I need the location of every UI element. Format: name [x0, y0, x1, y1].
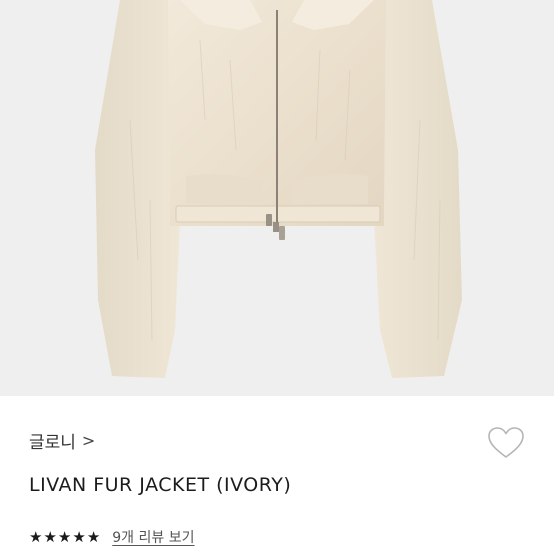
star-icon: ★ [57, 527, 72, 546]
view-reviews-link[interactable]: 9개 리뷰 보기 [112, 527, 194, 547]
product-info: 글로니 > LIVAN FUR JACKET (IVORY) ★ ★ ★ ★ ★… [0, 396, 554, 554]
fur-jacket-illustration [95, 0, 462, 378]
brand-name: 글로니 [29, 433, 76, 453]
rating-stars: ★ ★ ★ ★ ★ [29, 527, 101, 546]
rating-row: ★ ★ ★ ★ ★ 9개 리뷰 보기 [29, 527, 194, 547]
star-icon: ★ [43, 527, 57, 546]
star-icon: ★ [86, 527, 101, 546]
product-image[interactable] [0, 0, 554, 396]
product-title: LIVAN FUR JACKET (IVORY) [29, 474, 292, 496]
brand-link[interactable]: 글로니 > [29, 428, 95, 453]
wishlist-button[interactable] [487, 426, 525, 460]
star-icon: ★ [29, 527, 43, 546]
chevron-right-icon: > [81, 431, 96, 450]
heart-outline-icon [488, 427, 524, 458]
star-icon: ★ [72, 527, 86, 546]
